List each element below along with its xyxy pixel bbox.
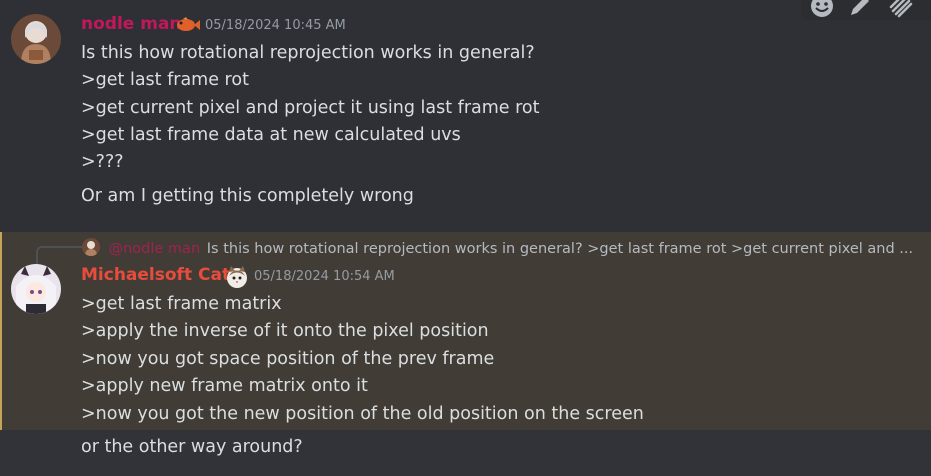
message-line: >now you got the new position of the old… bbox=[81, 404, 644, 424]
timestamp[interactable]: 05/18/2024 10:45 AM bbox=[205, 18, 346, 33]
message-line: >??? bbox=[81, 152, 124, 172]
reply-preview-text[interactable]: Is this how rotational reprojection work… bbox=[207, 241, 913, 257]
message-line: >get last frame rot bbox=[81, 70, 249, 90]
reply-preview[interactable]: @nodle man Is this how rotational reproj… bbox=[82, 238, 913, 257]
message-followup: or the other way around? bbox=[81, 437, 303, 457]
timestamp[interactable]: 05/18/2024 10:54 AM bbox=[254, 269, 395, 284]
message-line: >get current pixel and project it using … bbox=[81, 98, 540, 118]
message-line: >apply new frame matrix onto it bbox=[81, 376, 368, 396]
message-line: >get last frame data at new calculated u… bbox=[81, 125, 461, 145]
author-name[interactable]: nodle man bbox=[81, 14, 182, 34]
message-followup: Or am I getting this completely wrong bbox=[81, 186, 414, 206]
fish-icon bbox=[175, 17, 201, 37]
message-line: >apply the inverse of it onto the pixel … bbox=[81, 321, 489, 341]
reply-spine bbox=[36, 246, 82, 266]
message-line: >now you got space position of the prev … bbox=[81, 349, 495, 369]
cat-badge-icon bbox=[224, 264, 250, 290]
threads-icon[interactable] bbox=[887, 0, 915, 21]
avatar[interactable] bbox=[11, 264, 61, 314]
emoji-smile-icon[interactable] bbox=[809, 0, 837, 21]
message-line: >get last frame matrix bbox=[81, 294, 282, 314]
message-line: Is this how rotational reprojection work… bbox=[81, 43, 535, 63]
message-nodle-man: nodle man 05/18/2024 10:45 AM Is this ho… bbox=[0, 0, 931, 232]
message-toolbar bbox=[801, 0, 931, 20]
author-name[interactable]: Michaelsoft Cat bbox=[81, 265, 230, 285]
reply-mention[interactable]: @nodle man bbox=[109, 241, 201, 257]
avatar[interactable] bbox=[11, 14, 61, 64]
reply-avatar bbox=[82, 238, 100, 256]
message-michaelsoft-cat: @nodle man Is this how rotational reproj… bbox=[0, 232, 931, 430]
pencil-icon[interactable] bbox=[847, 0, 875, 21]
